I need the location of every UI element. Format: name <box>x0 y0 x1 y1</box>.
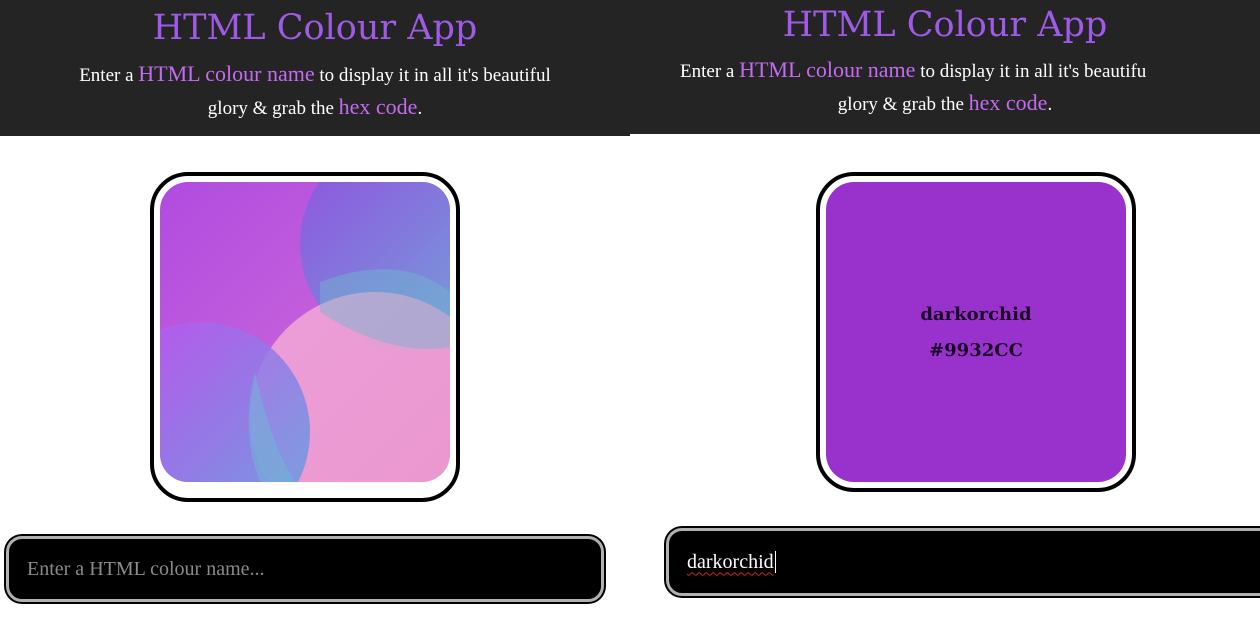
subtitle-text: Enter a <box>680 61 740 82</box>
app-header: HTML Colour App Enter a HTML colour name… <box>0 0 630 136</box>
colour-swatch: darkorchid #9932CC <box>826 182 1126 482</box>
subtitle-highlight-colour-name: HTML colour name <box>138 61 315 86</box>
gradient-circles-placeholder-icon <box>160 182 450 482</box>
app-header: HTML Colour App Enter a HTML colour name… <box>630 0 1260 134</box>
app-panel-empty-state: HTML Colour App Enter a HTML colour name… <box>0 0 630 630</box>
subtitle-text: . <box>417 98 423 119</box>
text-caret <box>774 551 776 573</box>
subtitle-text: . <box>1047 94 1053 115</box>
subtitle-text: glory & grab the <box>837 94 969 115</box>
page-title: HTML Colour App <box>152 8 478 48</box>
subtitle-text: to display it in all it's beautifu <box>915 61 1147 82</box>
colour-name-input[interactable]: darkorchid <box>666 528 1260 596</box>
subtitle-text: Enter a <box>79 65 139 86</box>
subtitle-highlight-hex-code: hex code <box>338 94 418 119</box>
colour-name-input[interactable]: Enter a HTML colour name... <box>6 536 604 602</box>
subtitle-text: glory & grab the <box>207 98 339 119</box>
colour-hex-label: #9932CC <box>929 340 1023 361</box>
colour-swatch-frame <box>150 172 460 502</box>
subtitle-highlight-colour-name: HTML colour name <box>739 57 916 82</box>
subtitle-text: to display it in all it's beautiful <box>314 65 551 86</box>
input-placeholder: Enter a HTML colour name... <box>27 557 265 580</box>
page-title: HTML Colour App <box>782 5 1108 45</box>
input-value: darkorchid <box>687 550 774 573</box>
subtitle-highlight-hex-code: hex code <box>968 90 1048 115</box>
app-panel-result-state: HTML Colour App Enter a HTML colour name… <box>630 0 1260 630</box>
colour-name-label: darkorchid <box>920 304 1032 325</box>
colour-swatch-frame: darkorchid #9932CC <box>816 172 1136 492</box>
page-subtitle: Enter a HTML colour name to display it i… <box>0 58 630 124</box>
page-subtitle: Enter a HTML colour name to display it i… <box>630 54 1260 120</box>
colour-swatch-placeholder <box>160 182 450 482</box>
comparison-screenshot: HTML Colour App Enter a HTML colour name… <box>0 0 1260 630</box>
